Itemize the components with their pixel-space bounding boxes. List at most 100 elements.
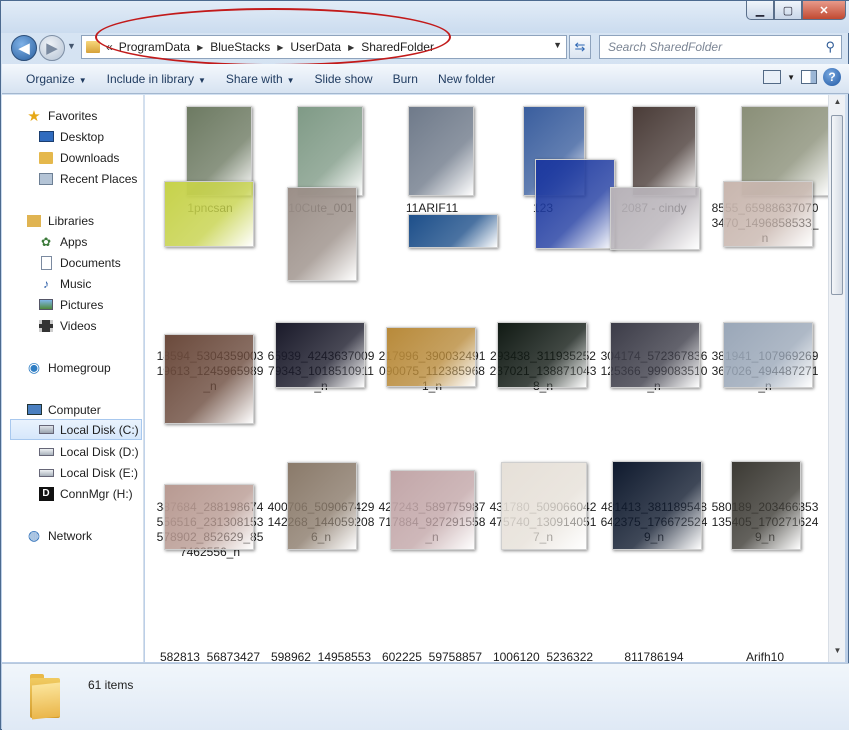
breadcrumb: « ProgramData ▶ BlueStacks ▶ UserData ▶ … xyxy=(106,40,434,54)
videos-icon xyxy=(38,319,54,333)
image-thumbnail[interactable] xyxy=(275,322,365,388)
sidebar-item-homegroup[interactable]: ◉ Homegroup xyxy=(26,357,143,378)
help-icon[interactable]: ? xyxy=(823,68,841,86)
include-in-library-button[interactable]: Include in library ▼ xyxy=(97,72,216,86)
sidebar-label: Desktop xyxy=(60,129,105,144)
file-list: 1pncsan10Cute_00111ARIF111232087 - cindy… xyxy=(145,95,828,662)
image-thumbnail[interactable] xyxy=(535,159,615,249)
sidebar-item-libraries[interactable]: Libraries xyxy=(26,210,143,231)
breadcrumb-programdata[interactable]: ProgramData xyxy=(119,40,190,54)
folder-icon xyxy=(86,41,100,53)
sidebar-item-downloads[interactable]: Downloads xyxy=(38,147,143,168)
explorer-window: ▁ ▢ ✕ ◀ ▶ ▼ « ProgramData ▶ BlueStacks ▶… xyxy=(0,0,849,730)
image-thumbnail[interactable] xyxy=(612,461,702,550)
details-pane: 61 items xyxy=(2,663,849,730)
image-thumbnail[interactable] xyxy=(610,187,700,250)
sidebar-item-computer[interactable]: Computer xyxy=(26,399,143,420)
organize-button[interactable]: Organize ▼ xyxy=(2,72,97,86)
image-thumbnail[interactable] xyxy=(287,187,357,281)
change-view-icon[interactable] xyxy=(763,70,782,84)
address-dropdown-icon[interactable]: ▼ xyxy=(553,40,562,50)
maximize-button[interactable]: ▢ xyxy=(774,1,802,20)
libraries-icon xyxy=(26,214,42,228)
file-name: 1006120_5236322 xyxy=(492,650,594,662)
image-thumbnail[interactable] xyxy=(731,461,801,550)
recent-pages-dropdown[interactable]: ▼ xyxy=(67,41,76,51)
file-name: 598962_14958553 xyxy=(270,650,372,662)
image-thumbnail[interactable] xyxy=(164,484,254,550)
sidebar-label: Music xyxy=(60,276,92,291)
image-thumbnail[interactable] xyxy=(408,214,498,248)
view-dropdown-icon[interactable]: ▼ xyxy=(787,73,795,82)
refresh-icon: ⇆ xyxy=(574,39,586,54)
new-folder-button[interactable]: New folder xyxy=(428,72,505,86)
close-button[interactable]: ✕ xyxy=(802,1,846,20)
desktop-icon xyxy=(38,130,54,144)
sidebar-item-apps[interactable]: ✿ Apps xyxy=(38,231,143,252)
downloads-icon xyxy=(38,151,54,165)
homegroup-icon: ◉ xyxy=(27,359,41,375)
sidebar-label: Libraries xyxy=(48,213,95,228)
address-bar[interactable]: « ProgramData ▶ BlueStacks ▶ UserData ▶ … xyxy=(81,35,567,59)
music-icon: ♪ xyxy=(43,276,49,291)
breadcrumb-separator-icon[interactable]: ▶ xyxy=(197,43,203,52)
sidebar-label: Homegroup xyxy=(48,360,111,375)
sidebar-label: Computer xyxy=(48,402,101,417)
image-thumbnail[interactable] xyxy=(390,470,475,550)
image-thumbnail[interactable] xyxy=(723,181,813,247)
sidebar-item-videos[interactable]: Videos xyxy=(38,315,143,336)
sidebar-item-pictures[interactable]: Pictures xyxy=(38,294,143,315)
slide-show-button[interactable]: Slide show xyxy=(305,72,383,86)
sidebar-label: Local Disk (C:) xyxy=(60,422,139,437)
search-icon[interactable]: ⚲ xyxy=(825,39,835,55)
sidebar-item-music[interactable]: ♪ Music xyxy=(38,273,143,294)
scroll-down-icon[interactable]: ▼ xyxy=(831,646,844,660)
minimize-button[interactable]: ▁ xyxy=(746,1,774,20)
image-thumbnail[interactable] xyxy=(287,462,357,550)
sidebar-item-network[interactable]: ◍ Network xyxy=(26,525,143,546)
preview-pane-icon[interactable] xyxy=(801,70,817,84)
breadcrumb-userdata[interactable]: UserData xyxy=(290,40,341,54)
breadcrumb-separator-icon[interactable]: ▶ xyxy=(277,43,283,52)
chevron-down-icon: ▼ xyxy=(78,75,87,85)
image-thumbnail[interactable] xyxy=(164,334,254,424)
sidebar-item-local-disk-c[interactable]: Local Disk (C:) xyxy=(10,419,142,440)
sidebar-item-local-disk-e[interactable]: Local Disk (E:) xyxy=(38,462,143,483)
breadcrumb-separator-icon[interactable]: ▶ xyxy=(348,43,354,52)
command-bar: Organize ▼ Include in library ▼ Share with… xyxy=(2,64,849,94)
image-thumbnail[interactable] xyxy=(297,106,363,196)
sidebar-item-connmgr[interactable]: D ConnMgr (H:) xyxy=(38,483,143,504)
forward-button[interactable]: ▶ xyxy=(39,35,65,61)
drive-icon xyxy=(38,445,54,459)
image-thumbnail[interactable] xyxy=(497,322,587,388)
breadcrumb-sharedfolder[interactable]: SharedFolder xyxy=(361,40,434,54)
breadcrumb-bluestacks[interactable]: BlueStacks xyxy=(210,40,270,54)
image-thumbnail[interactable] xyxy=(632,106,696,196)
recent-places-icon xyxy=(38,172,54,186)
file-name: 811786194 xyxy=(624,650,684,662)
refresh-button[interactable]: ⇆ xyxy=(569,35,591,59)
back-button[interactable]: ◀ xyxy=(11,35,37,61)
sidebar-item-recent-places[interactable]: Recent Places xyxy=(38,168,143,189)
sidebar-item-documents[interactable]: Documents xyxy=(38,252,143,273)
sidebar-label: Local Disk (D:) xyxy=(60,444,139,459)
sidebar-item-favorites[interactable]: ★ Favorites xyxy=(26,105,143,126)
scroll-up-icon[interactable]: ▲ xyxy=(831,97,844,111)
image-thumbnail[interactable] xyxy=(408,106,474,196)
burn-button[interactable]: Burn xyxy=(383,72,428,86)
image-thumbnail[interactable] xyxy=(386,327,476,387)
toolbar-right: ▼ ? xyxy=(763,68,841,86)
image-thumbnail[interactable] xyxy=(501,462,587,550)
image-thumbnail[interactable] xyxy=(610,322,700,388)
breadcrumb-overflow[interactable]: « xyxy=(106,40,113,54)
sidebar-item-desktop[interactable]: Desktop xyxy=(38,126,143,147)
connmgr-icon: D xyxy=(38,486,54,501)
image-thumbnail[interactable] xyxy=(723,322,813,388)
file-name: 582813_56873427 xyxy=(159,650,261,662)
sidebar-item-local-disk-d[interactable]: Local Disk (D:) xyxy=(38,441,143,462)
search-input[interactable]: Search SharedFolder ⚲ xyxy=(599,35,842,59)
image-thumbnail[interactable] xyxy=(164,181,254,247)
share-with-button[interactable]: Share with ▼ xyxy=(216,72,305,86)
scrollbar-thumb[interactable] xyxy=(831,115,843,295)
vertical-scrollbar[interactable]: ▲ ▼ xyxy=(828,95,845,662)
